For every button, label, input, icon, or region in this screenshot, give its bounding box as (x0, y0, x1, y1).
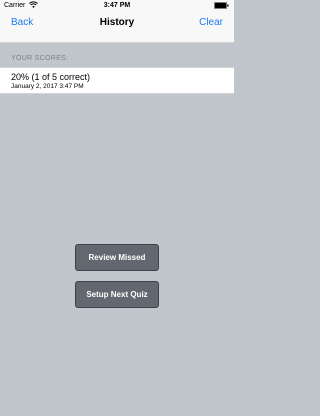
status-bar: Carrier 3:47 PM (0, 0, 234, 12)
review-missed-button[interactable]: Review Missed (75, 244, 159, 271)
clock: 3:47 PM (103, 2, 131, 9)
score-result: 20% (1 of 5 correct) (11, 72, 91, 82)
setup-next-quiz-button[interactable]: Setup Next Quiz (75, 281, 159, 308)
navigation-bar: Back History Clear (0, 12, 234, 43)
score-date: January 2, 2017 3:47 PM (11, 83, 84, 90)
scores-section-header: YOUR SCORES: (11, 55, 69, 62)
clear-button[interactable]: Clear (199, 17, 223, 28)
list-item[interactable]: 20% (1 of 5 correct) January 2, 2017 3:4… (0, 67, 234, 94)
battery-icon (214, 2, 229, 9)
